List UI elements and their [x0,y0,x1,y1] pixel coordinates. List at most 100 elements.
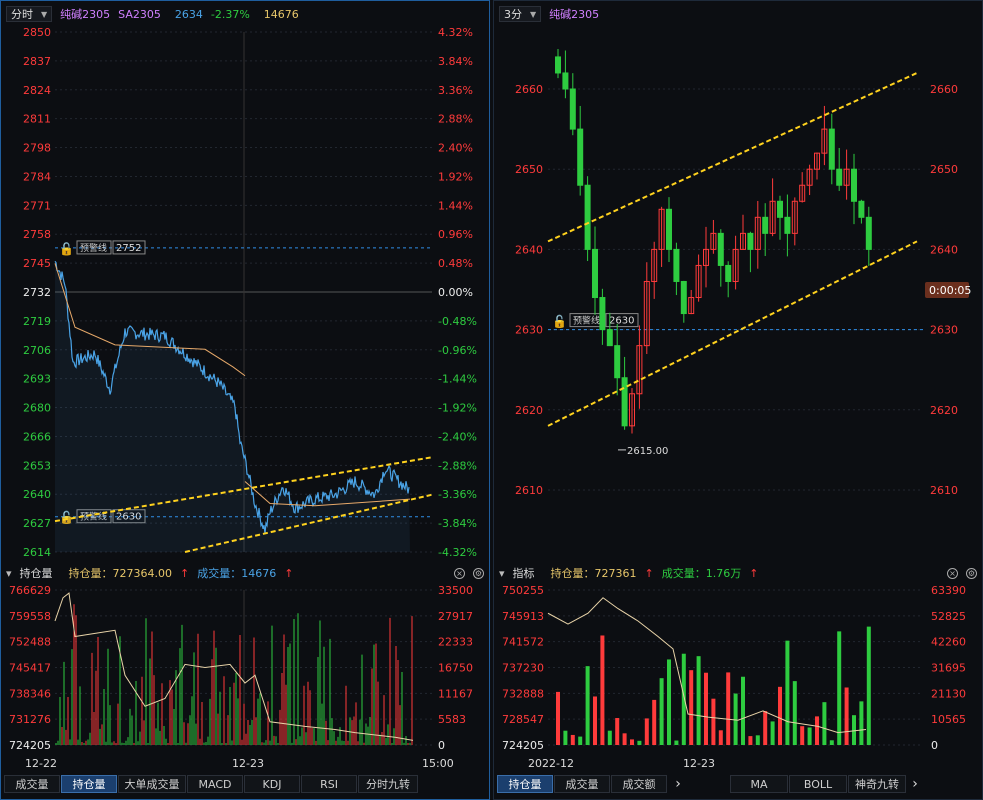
pct-tick: -1.92% [438,402,477,415]
candle-body [717,232,724,266]
volume-bar [815,716,819,745]
price-tick: 2680 [23,402,51,415]
price-tick: 2771 [23,199,51,212]
left-indicator-tabs: 成交量 持仓量 大单成交量 MACD KDJ RSI 分时九转 [4,774,488,794]
candle-body [621,377,628,427]
candle-body [577,128,584,186]
intraday-chart[interactable]: 2850 4.32% 2837 3.84% 2824 3.36% 2811 2.88% 2798… [0,0,490,560]
volume-bar [652,699,657,745]
x-label: 12-23 [232,757,264,770]
volume-bar [644,718,649,745]
volume-bar [630,739,634,745]
candle-body [680,280,687,315]
vol-tick: 22333 [438,636,473,649]
candle-body [784,216,791,234]
pct-tick: -3.36% [438,488,477,501]
chevron-right-icon[interactable]: › [907,776,923,792]
tab-5[interactable]: RSI [301,775,357,793]
pct-tick: -2.88% [438,459,477,472]
volume-oi-chart[interactable]: 750255 63390 745913 52825 741572 42260 737230 3… [493,560,983,772]
pct-tick: -0.48% [438,315,477,328]
volume-bar [726,672,731,745]
volume-bar [763,711,768,745]
volume-bar [704,672,708,745]
price-tick: 2824 [23,84,51,97]
volume-bar [785,640,790,745]
candle-body [762,216,769,234]
vol-tick: 11167 [438,687,473,700]
oi-tick: 752488 [9,636,51,649]
tab-6[interactable]: 分时九转 [358,775,418,793]
alert-label: 预警线 [573,315,600,327]
price-tick: 2706 [23,344,51,357]
tab-1[interactable]: 成交量 [554,775,610,793]
pct-tick: 0.00% [438,286,473,299]
pct-tick: 2.88% [438,113,473,126]
price-tick: 2614 [23,546,51,559]
vol-tick: 33500 [438,584,473,597]
tab-0[interactable]: 成交量 [4,775,60,793]
candle-body [747,232,754,250]
oi-tick: 732888 [502,687,544,700]
price-tick: 2798 [23,142,51,155]
vol-tick: 27917 [438,610,473,623]
tab-4[interactable]: KDJ [244,775,300,793]
oi-tick: 731276 [9,713,51,726]
open-interest-chart[interactable]: 766629 33500 759558 27917 752488 22333 745417 1… [0,560,490,772]
pct-tick: 0.96% [438,228,473,241]
volume-bar [800,726,805,745]
lock-icon: 🔓 [552,315,567,329]
candle-body [777,200,783,218]
pct-tick: -1.44% [438,373,477,386]
volume-bar [674,740,679,745]
pct-tick: 4.32% [438,26,473,39]
pct-tick: -0.96% [438,344,477,357]
volume-bar [866,626,871,745]
alert-label: 预警线 [80,242,107,254]
price-tick: 2719 [23,315,51,328]
volume-bar [578,736,583,745]
price-tick-right: 2620 [930,404,958,417]
price-tick: 2640 [23,488,51,501]
price-tick: 2640 [515,243,543,256]
price-tick-right: 2640 [930,243,958,256]
volume-bar [741,676,745,745]
price-tick: 2784 [23,170,51,183]
vol-tick: 0 [931,739,938,752]
oi-tick: 745913 [502,610,544,623]
price-tick-right: 2630 [930,324,958,337]
volume-bar [822,702,827,745]
overlay-tab-1[interactable]: BOLL [789,775,847,793]
volume-bar [563,730,568,745]
kline-chart[interactable]: 2660 2660 2650 2650 2640 2640 2630 2630 2620 2620… [493,0,983,560]
price-tick: 2610 [515,484,543,497]
tab-0[interactable]: 持仓量 [497,775,553,793]
tab-2[interactable]: 大单成交量 [118,775,186,793]
volume-bar [681,653,686,745]
volume-bar [829,740,834,745]
vol-tick: 63390 [931,584,966,597]
oi-tick: 724205 [502,739,544,752]
tab-1[interactable]: 持仓量 [61,775,117,793]
candle-body [725,264,732,282]
pct-tick: 3.84% [438,55,473,68]
pct-tick: -3.84% [438,517,477,530]
tab-2[interactable]: 成交额 [611,775,667,793]
volume-bar [607,730,612,745]
overlay-tab-0[interactable]: MA [730,775,788,793]
vol-tick: 10565 [931,713,966,726]
pct-tick: -4.32% [438,546,477,559]
volume-bar [733,693,738,745]
volume-bar [718,730,723,745]
volume-bar [659,678,664,745]
volume-bar [600,635,605,745]
pct-tick: 1.92% [438,170,473,183]
volume-bar [792,681,797,745]
price-area [55,261,410,552]
price-tick: 2630 [515,324,543,337]
overlay-tab-2[interactable]: 神奇九转 [848,775,906,793]
vol-tick: 52825 [931,610,966,623]
chevron-right-icon[interactable]: › [668,776,688,792]
tab-3[interactable]: MACD [187,775,243,793]
volume-bar [570,734,575,745]
